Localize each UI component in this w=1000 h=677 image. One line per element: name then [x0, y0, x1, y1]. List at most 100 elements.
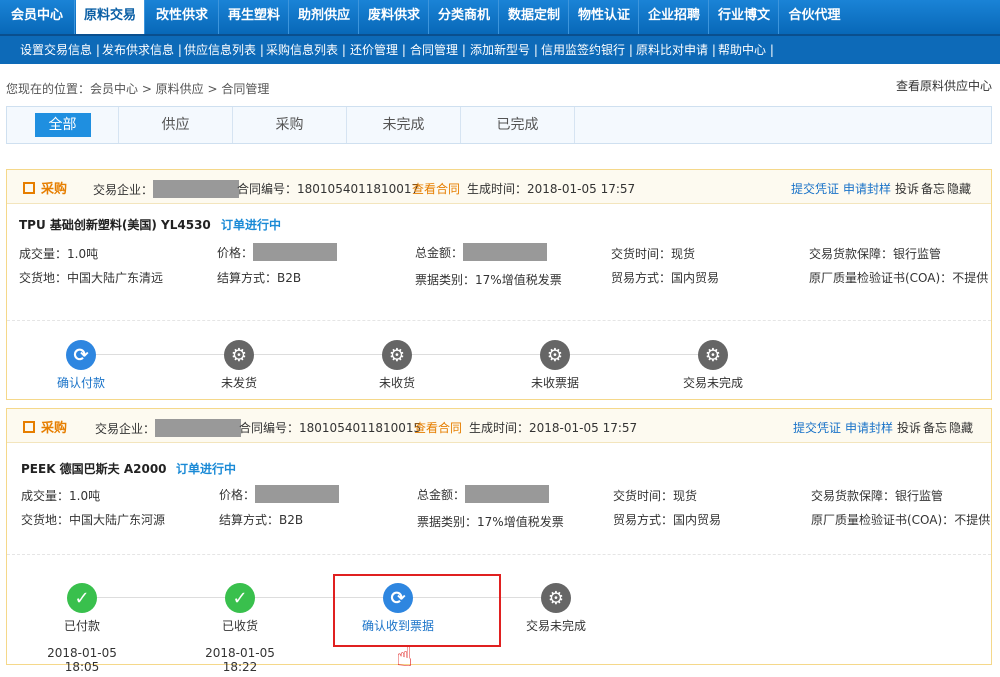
step-trade-unfinished: ⚙ 交易未完成	[663, 340, 763, 391]
purchase-tag-label: 采购	[41, 421, 68, 436]
nav-jobs[interactable]: 企业招聘	[640, 0, 709, 34]
nav-category[interactable]: 分类商机	[430, 0, 499, 34]
submit-proof-link[interactable]: 提交凭证	[791, 180, 839, 197]
total-label: 总金额：	[415, 246, 464, 260]
place-value: 中国大陆广东清远	[67, 271, 164, 285]
tab-finished[interactable]: 已完成	[461, 107, 575, 143]
product-name: TPU 基础创新塑料(美国) YL4530	[19, 218, 211, 232]
nav-raw-trade[interactable]: 原料交易	[76, 0, 145, 34]
coa-label: 原厂质量检验证书(COA)：	[809, 271, 953, 285]
invoice-value: 17%增值税发票	[477, 515, 564, 529]
trade-mode-value: 国内贸易	[673, 513, 722, 527]
purchase-tag: 采购	[23, 178, 67, 197]
step-label: 已付款	[63, 619, 100, 633]
apply-sample-link[interactable]: 申请封样	[845, 419, 893, 436]
deal-time-value: 现货	[671, 247, 696, 261]
nav-data[interactable]: 数据定制	[500, 0, 569, 34]
qty-label: 成交量：	[21, 489, 70, 503]
top-nav: 会员中心 原料交易 改性供求 再生塑料 助剂供应 废料供求 分类商机 数据定制 …	[0, 0, 1000, 34]
subnav-settings[interactable]: 设置交易信息 |	[20, 36, 100, 64]
step-label: 确认付款	[56, 376, 105, 390]
trade-mode-value: 国内贸易	[671, 271, 720, 285]
memo-link[interactable]: 备忘	[923, 419, 947, 436]
card-header: 采购 交易企业： 合同编号：1801054011810017 查看合同 生成时间…	[7, 170, 991, 204]
view-supply-center-link[interactable]: 查看原料供应中心	[896, 77, 992, 94]
nav-additive[interactable]: 助剂供应	[290, 0, 359, 34]
coa-value: 不提供	[954, 513, 991, 527]
step-label: 未发货	[220, 376, 257, 390]
nav-member-center[interactable]: 会员中心	[0, 0, 75, 34]
step-received: ✓ 已收货 2018-01-05 18:22	[190, 583, 290, 674]
guarantee-label: 交易货款保障：	[811, 489, 896, 503]
sub-nav: 设置交易信息 | 发布供求信息 | 供应信息列表 | 采购信息列表 | 还价管理…	[0, 34, 1000, 64]
contract-no-label: 合同编号：	[237, 182, 298, 196]
subnav-compare[interactable]: 原料比对申请 |	[636, 36, 716, 64]
place-label: 交货地：	[19, 271, 68, 285]
deal-time-label: 交货时间：	[611, 247, 672, 261]
purchase-tag: 采购	[23, 417, 67, 436]
coa-value: 不提供	[952, 271, 989, 285]
step-label: 交易未完成	[682, 376, 743, 390]
purchase-tag-label: 采购	[41, 182, 68, 197]
price-label: 价格：	[217, 246, 254, 260]
subnav-supply-list[interactable]: 供应信息列表 |	[184, 36, 264, 64]
contract-no-label: 合同编号：	[239, 421, 300, 435]
step-trade-unfinished: ⚙ 交易未完成	[506, 583, 606, 634]
price-mask	[253, 243, 338, 261]
step-time: 2018-01-05 18:05	[47, 646, 117, 674]
hide-link[interactable]: 隐藏	[947, 180, 971, 197]
gear-icon: ⚙	[224, 340, 254, 370]
subnav-contract[interactable]: 合同管理 |	[410, 36, 466, 64]
gear-icon: ⚙	[541, 583, 571, 613]
nav-waste[interactable]: 废料供求	[360, 0, 429, 34]
tab-purchase[interactable]: 采购	[233, 107, 347, 143]
complain-link[interactable]: 投诉	[897, 419, 921, 436]
subnav-help[interactable]: 帮助中心 |	[718, 36, 774, 64]
divider	[7, 320, 991, 321]
total-label: 总金额：	[417, 488, 466, 502]
filter-tabs: 全部 供应 采购 未完成 已完成	[6, 106, 992, 144]
highlight-box	[333, 574, 501, 647]
nav-cert[interactable]: 物性认证	[570, 0, 639, 34]
guarantee-value: 银行监管	[893, 247, 942, 261]
flag-icon	[23, 421, 35, 433]
price-label: 价格：	[219, 488, 256, 502]
complain-link[interactable]: 投诉	[895, 180, 919, 197]
trade-mode-label: 贸易方式：	[613, 513, 674, 527]
subnav-bargain[interactable]: 还价管理 |	[350, 36, 406, 64]
subnav-publish[interactable]: 发布供求信息 |	[102, 36, 182, 64]
nav-recycled[interactable]: 再生塑料	[220, 0, 289, 34]
divider	[7, 554, 991, 555]
tab-all[interactable]: 全部	[7, 107, 119, 143]
invoice-label: 票据类别：	[417, 515, 478, 529]
qty-value: 1.0吨	[67, 247, 99, 261]
settle-label: 结算方式：	[219, 513, 280, 527]
view-contract-link[interactable]: 查看合同	[414, 419, 462, 436]
coa-label: 原厂质量检验证书(COA)：	[811, 513, 955, 527]
settle-value: B2B	[279, 513, 304, 527]
nav-partner[interactable]: 合伙代理	[780, 0, 849, 34]
product-name: PEEK 德国巴斯夫 A2000	[21, 462, 167, 476]
gear-icon: ⚙	[382, 340, 412, 370]
tab-unfinished[interactable]: 未完成	[347, 107, 461, 143]
subnav-bank[interactable]: 信用监签约银行 |	[541, 36, 633, 64]
step-confirm-payment[interactable]: ⟳ 确认付款	[31, 340, 131, 391]
card-header: 采购 交易企业： 合同编号：1801054011810015 查看合同 生成时间…	[7, 409, 991, 443]
invoice-label: 票据类别：	[415, 273, 476, 287]
submit-proof-link[interactable]: 提交凭证	[793, 419, 841, 436]
tab-supply[interactable]: 供应	[119, 107, 233, 143]
trade-mode-label: 贸易方式：	[611, 271, 672, 285]
subnav-add-model[interactable]: 添加新型号 |	[470, 36, 538, 64]
memo-link[interactable]: 备忘	[921, 180, 945, 197]
nav-modified[interactable]: 改性供求	[146, 0, 219, 34]
guarantee-value: 银行监管	[895, 489, 944, 503]
subnav-purchase-list[interactable]: 采购信息列表 |	[266, 36, 346, 64]
guarantee-label: 交易货款保障：	[809, 247, 894, 261]
contract-card: 采购 交易企业： 合同编号：1801054011810017 查看合同 生成时间…	[6, 169, 992, 400]
hide-link[interactable]: 隐藏	[949, 419, 973, 436]
nav-blog[interactable]: 行业博文	[710, 0, 779, 34]
view-contract-link[interactable]: 查看合同	[412, 180, 460, 197]
gear-icon: ⚙	[540, 340, 570, 370]
enterprise-mask	[155, 419, 242, 437]
apply-sample-link[interactable]: 申请封样	[843, 180, 891, 197]
